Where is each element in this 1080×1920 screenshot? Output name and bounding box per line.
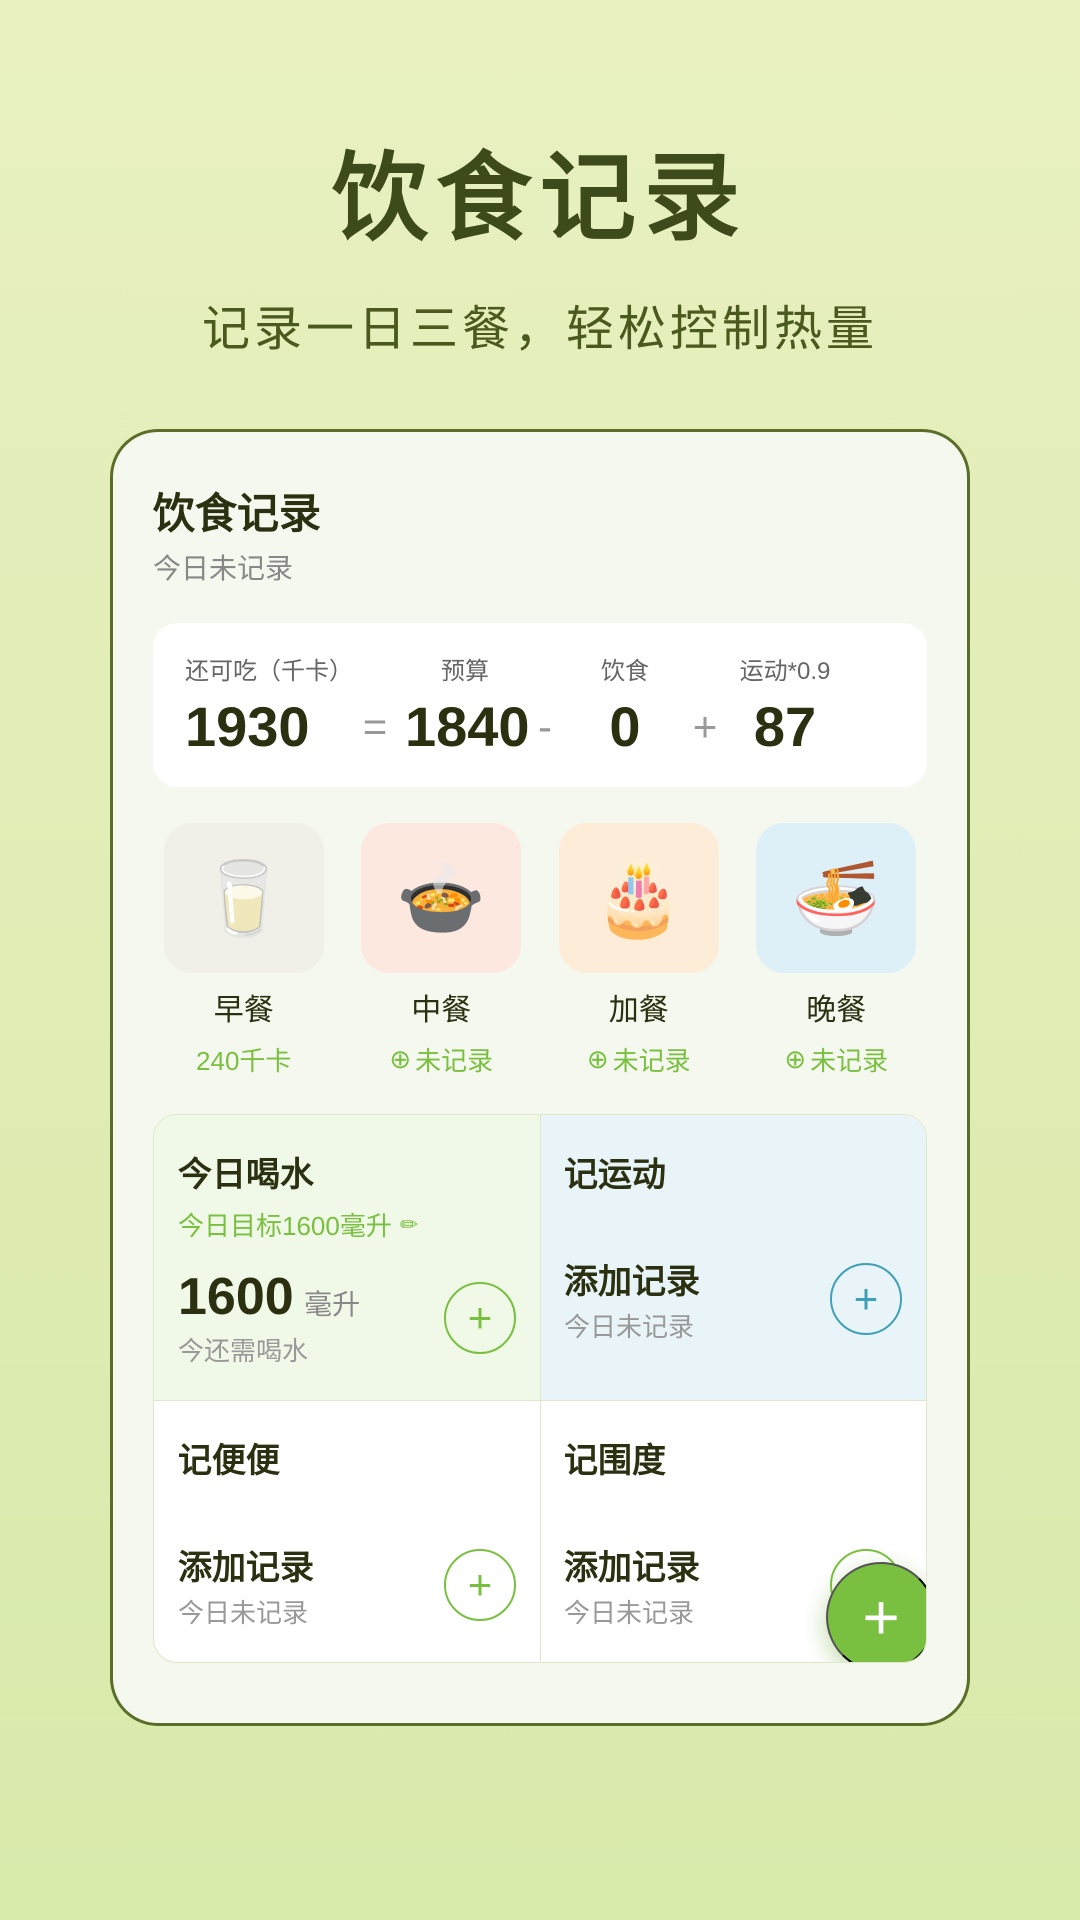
lunch-name: 中餐 [411,985,471,1029]
snack-name: 加餐 [609,985,669,1029]
meal-item-dinner[interactable]: 🍜 晚餐 ⊕ 未记录 [746,823,928,1078]
stool-add-label: 添加记录 [178,1540,314,1589]
page-background: 饮食记录 记录一日三餐，轻松控制热量 饮食记录 今日未记录 还可吃（千卡） 预算… [0,0,1080,1920]
water-value: 1600 [178,1268,294,1326]
water-title: 今日喝水 [178,1147,516,1196]
calorie-section: 还可吃（千卡） 预算 饮食 运动*0.9 1930 = 1840 - 0 + 8… [153,623,927,787]
budget-value: 1840 [405,694,525,759]
water-target-text: 今日目标1600毫升 [178,1206,392,1243]
exercise-title: 记运动 [564,1147,902,1196]
exercise-add-block: 添加记录 今日未记录 [564,1254,700,1344]
card-title: 饮食记录 [153,480,927,541]
water-value-row: 1600 毫升 今还需喝水 + [178,1267,516,1368]
calorie-labels-row: 还可吃（千卡） 预算 饮食 运动*0.9 [185,651,895,686]
stool-cell: 记便便 添加记录 今日未记录 + [154,1401,540,1662]
exercise-add-button[interactable]: + [830,1263,902,1335]
dinner-status: ⊕ 未记录 [784,1041,888,1078]
water-target: 今日目标1600毫升 ✏ [178,1206,516,1243]
breakfast-name: 早餐 [214,985,274,1029]
exercise-label: 运动*0.9 [725,651,845,686]
fab-add-button[interactable]: + [826,1562,927,1663]
lunch-icon: 🍲 [396,856,486,941]
stool-title: 记便便 [178,1433,516,1482]
exercise-value-row: 添加记录 今日未记录 + [564,1254,902,1344]
info-grid-wrapper: 今日喝水 今日目标1600毫升 ✏ 1600 毫升 今还需喝水 + [153,1114,927,1663]
lunch-add-icon: ⊕ [389,1044,411,1075]
girth-add-block: 添加记录 今日未记录 [564,1540,700,1630]
breakfast-icon: 🥛 [199,856,289,941]
meals-section: 🥛 早餐 240千卡 🍲 中餐 ⊕ 未记录 🎂 [153,823,927,1078]
page-main-title: 饮食记录 [332,120,748,259]
calorie-values-row: 1930 = 1840 - 0 + 87 [185,694,895,759]
lunch-status: ⊕ 未记录 [389,1041,493,1078]
water-value-block: 1600 毫升 今还需喝水 [178,1267,360,1368]
budget-label: 预算 [405,651,525,686]
remaining-label: 还可吃（千卡） [185,651,345,686]
water-cell: 今日喝水 今日目标1600毫升 ✏ 1600 毫升 今还需喝水 + [154,1115,540,1400]
exercise-add-desc: 今日未记录 [564,1307,700,1344]
water-desc: 今还需喝水 [178,1331,360,1368]
remaining-value: 1930 [185,694,345,759]
dinner-icon: 🍜 [791,856,881,941]
card-header: 饮食记录 今日未记录 [153,480,927,587]
meal-item-breakfast[interactable]: 🥛 早餐 240千卡 [153,823,335,1078]
card-subtitle-status: 今日未记录 [153,547,927,587]
stool-add-block: 添加记录 今日未记录 [178,1540,314,1630]
snack-status: ⊕ 未记录 [587,1041,691,1078]
meal-item-lunch[interactable]: 🍲 中餐 ⊕ 未记录 [351,823,533,1078]
plus-sign: + [685,703,725,751]
exercise-value: 87 [725,694,845,759]
page-subtitle: 记录一日三餐，轻松控制热量 [202,289,878,359]
water-add-button[interactable]: + [444,1282,516,1354]
dinner-add-icon: ⊕ [784,1044,806,1075]
stool-add-button[interactable]: + [444,1549,516,1621]
girth-add-label: 添加记录 [564,1540,700,1589]
meal-icon-snack: 🎂 [559,823,719,973]
minus-sign: - [525,703,565,751]
equals-sign: = [345,703,405,751]
snack-add-icon: ⊕ [587,1044,609,1075]
meal-item-snack[interactable]: 🎂 加餐 ⊕ 未记录 [548,823,730,1078]
girth-add-desc: 今日未记录 [564,1593,700,1630]
stool-add-desc: 今日未记录 [178,1593,314,1630]
water-unit: 毫升 [304,1289,360,1320]
meal-icon-lunch: 🍲 [361,823,521,973]
food-value: 0 [565,694,685,759]
pencil-icon[interactable]: ✏ [400,1212,418,1238]
girth-cell: 记围度 添加记录 今日未记录 + + [540,1401,926,1662]
exercise-add-label: 添加记录 [564,1254,700,1303]
meal-icon-dinner: 🍜 [756,823,916,973]
dinner-name: 晚餐 [806,985,866,1029]
main-card: 饮食记录 今日未记录 还可吃（千卡） 预算 饮食 运动*0.9 1930 = 1… [110,429,970,1726]
stool-value-row: 添加记录 今日未记录 + [178,1540,516,1630]
girth-title: 记围度 [564,1433,902,1482]
exercise-cell: 记运动 添加记录 今日未记录 + [540,1115,926,1400]
snack-icon: 🎂 [594,856,684,941]
breakfast-calories: 240千卡 [196,1041,291,1078]
food-label: 饮食 [565,651,685,686]
meal-icon-breakfast: 🥛 [164,823,324,973]
